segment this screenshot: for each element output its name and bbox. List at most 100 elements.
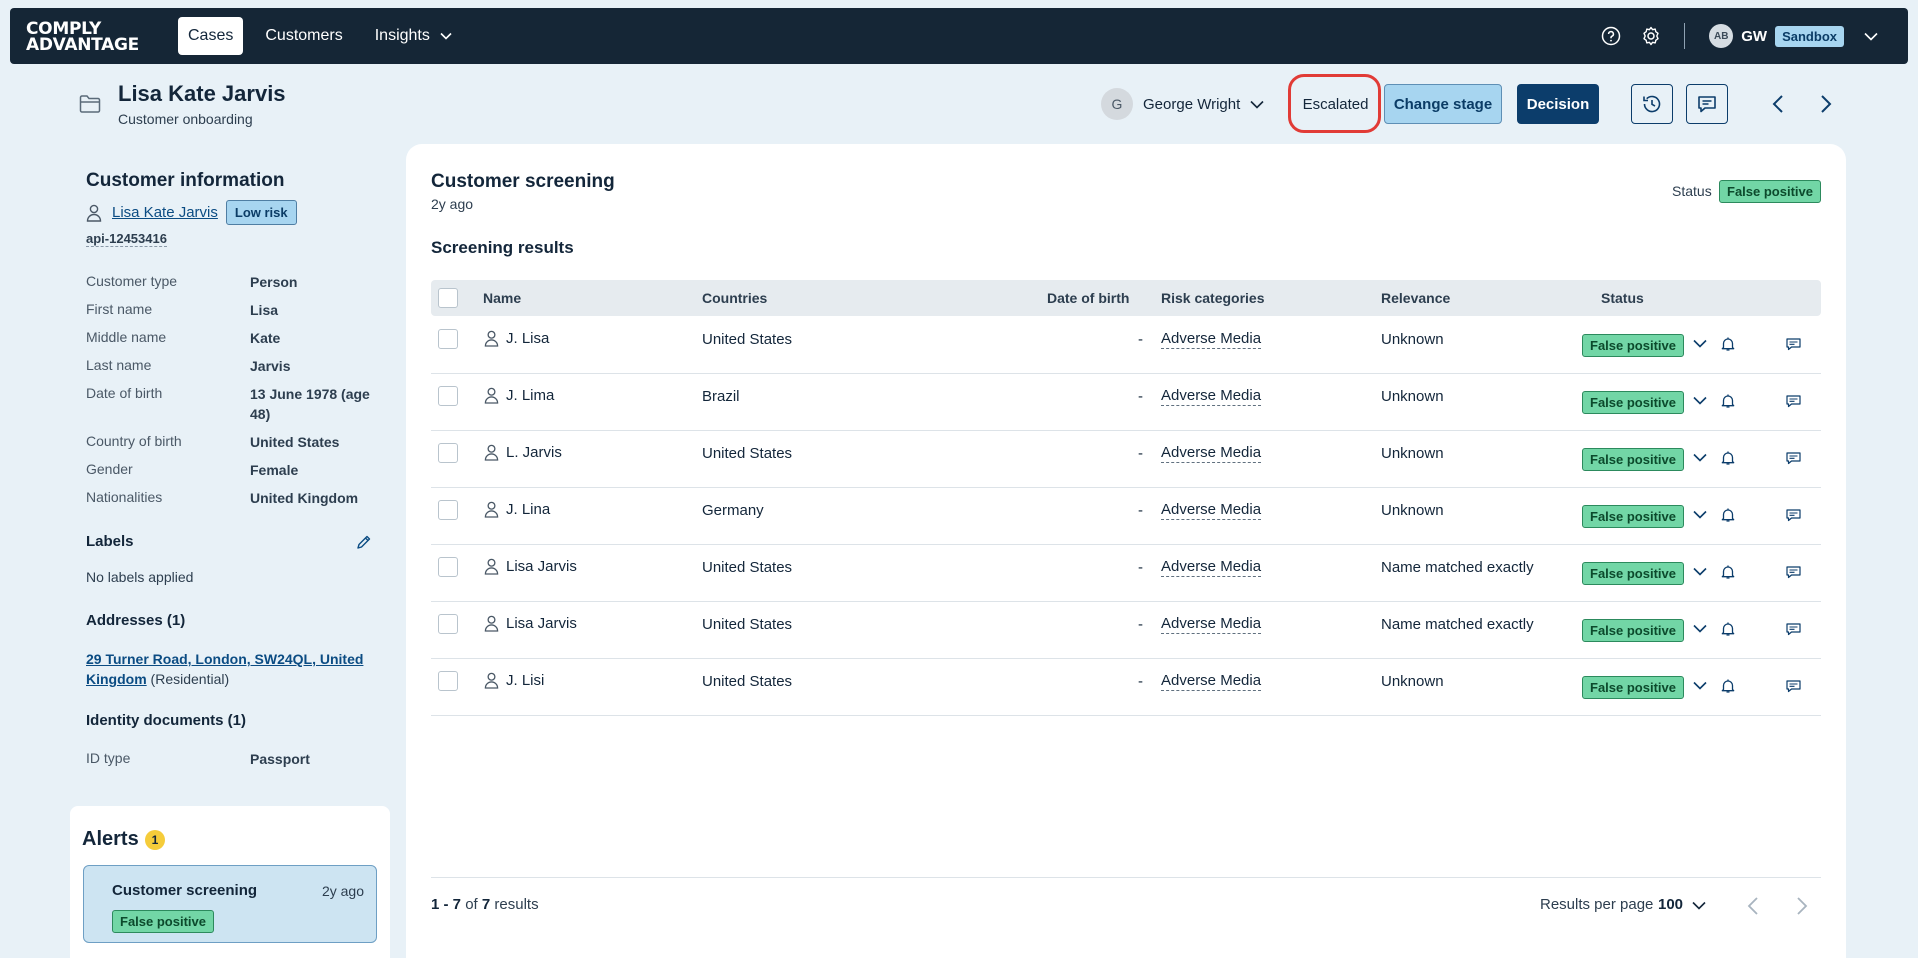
alerts-card: Alerts 1 Customer screening 2y ago False… [70, 806, 390, 958]
nav-tab-customers-label: Customers [265, 27, 343, 44]
row-checkbox[interactable] [438, 443, 458, 463]
help-icon[interactable] [1600, 25, 1622, 47]
column-header-countries[interactable]: Countries [702, 290, 767, 306]
row-checkbox[interactable] [438, 557, 458, 577]
column-header-risk-categories[interactable]: Risk categories [1161, 290, 1265, 306]
risk-category-link[interactable]: Adverse Media [1161, 672, 1262, 691]
comment-icon[interactable] [1786, 623, 1801, 636]
decision-button[interactable]: Decision [1517, 84, 1599, 124]
result-country: Brazil [702, 388, 740, 405]
gear-icon[interactable] [1640, 25, 1662, 47]
chevron-down-icon[interactable] [1693, 681, 1707, 690]
column-header-relevance[interactable]: Relevance [1381, 290, 1450, 306]
chevron-right-icon[interactable] [1819, 94, 1833, 114]
column-header-date-of-birth[interactable]: Date of birth [1047, 290, 1129, 306]
result-name-cell[interactable]: J. Lisi [484, 672, 544, 689]
result-name-cell[interactable]: L. Jarvis [484, 444, 562, 461]
table-row[interactable]: J. Lisi United States - Adverse Media Unknow… [431, 659, 1821, 716]
chevron-down-icon[interactable] [1693, 624, 1707, 633]
bell-icon[interactable] [1720, 393, 1736, 409]
table-row[interactable]: Lisa Jarvis United States - Adverse Media Na… [431, 602, 1821, 659]
results-per-page-select[interactable]: 100 [1658, 896, 1683, 913]
bell-icon[interactable] [1720, 564, 1736, 580]
chevron-down-icon[interactable] [1864, 32, 1878, 41]
history-button[interactable] [1631, 84, 1673, 124]
table-row[interactable]: L. Jarvis United States - Adverse Media Unkn… [431, 431, 1821, 488]
result-name: J. Lima [506, 387, 555, 404]
comment-icon[interactable] [1786, 395, 1801, 408]
column-header-status[interactable]: Status [1601, 290, 1644, 306]
field-label: Date of birth [86, 385, 163, 401]
screening-results-title: Screening results [431, 238, 574, 257]
result-country: United States [702, 445, 793, 462]
comment-icon[interactable] [1786, 509, 1801, 522]
user-avatar[interactable]: AB [1709, 24, 1734, 48]
risk-category-link[interactable]: Adverse Media [1161, 501, 1262, 520]
nav-tab-insights[interactable]: Insights [365, 17, 462, 55]
result-name-cell[interactable]: J. Lisa [484, 330, 549, 347]
result-name-cell[interactable]: J. Lima [484, 387, 554, 404]
nav-tab-customers[interactable]: Customers [255, 17, 352, 55]
bell-icon[interactable] [1720, 507, 1736, 523]
user-initials[interactable]: GW [1741, 28, 1767, 45]
chevron-down-icon[interactable] [1692, 901, 1706, 910]
chevron-left-icon[interactable] [1747, 896, 1759, 916]
person-icon [484, 501, 499, 518]
chevron-right-icon[interactable] [1796, 896, 1808, 916]
assignee-selector[interactable]: G George Wright [1101, 88, 1264, 120]
status-badge: False positive [1582, 676, 1684, 699]
bell-icon[interactable] [1720, 450, 1736, 466]
row-checkbox[interactable] [438, 500, 458, 520]
alert-item-title: Customer screening [112, 882, 258, 899]
bell-icon[interactable] [1720, 336, 1736, 352]
result-dob: - [1138, 559, 1143, 576]
comments-button[interactable] [1686, 84, 1728, 124]
chevron-down-icon[interactable] [1693, 396, 1707, 405]
chevron-down-icon[interactable] [1693, 453, 1707, 462]
result-name-cell[interactable]: Lisa Jarvis [484, 615, 577, 632]
risk-category-link[interactable]: Adverse Media [1161, 558, 1262, 577]
row-checkbox[interactable] [438, 614, 458, 634]
change-stage-button[interactable]: Change stage [1384, 84, 1502, 124]
column-header-name[interactable]: Name [483, 290, 521, 306]
chevron-left-icon[interactable] [1771, 94, 1785, 114]
edit-pencil-icon[interactable] [356, 534, 372, 550]
result-relevance: Unknown [1381, 331, 1444, 348]
table-row[interactable]: Lisa Jarvis United States - Adverse Media Na… [431, 545, 1821, 602]
table-row[interactable]: J. Lisa United States - Adverse Media Unknow… [431, 317, 1821, 374]
comment-icon[interactable] [1786, 338, 1801, 351]
comment-icon[interactable] [1786, 566, 1801, 579]
bell-icon[interactable] [1720, 621, 1736, 637]
risk-category-link[interactable]: Adverse Media [1161, 330, 1262, 349]
page-title: Lisa Kate Jarvis [118, 81, 286, 106]
chevron-down-icon[interactable] [1693, 567, 1707, 576]
table-divider [431, 877, 1821, 878]
risk-category-link[interactable]: Adverse Media [1161, 387, 1262, 406]
status-badge: False positive [1582, 334, 1684, 357]
field-value: Person [250, 274, 298, 290]
risk-category-link[interactable]: Adverse Media [1161, 615, 1262, 634]
alert-item[interactable]: Customer screening 2y ago False positive [83, 865, 377, 943]
chevron-down-icon[interactable] [1693, 510, 1707, 519]
result-name-cell[interactable]: Lisa Jarvis [484, 558, 577, 575]
table-row[interactable]: J. Lima Brazil - Adverse Media Unknown False … [431, 374, 1821, 431]
address-type: (Residential) [150, 671, 230, 687]
bell-icon[interactable] [1720, 678, 1736, 694]
row-checkbox[interactable] [438, 386, 458, 406]
row-checkbox[interactable] [438, 671, 458, 691]
table-row[interactable]: J. Lina Germany - Adverse Media Unknown False… [431, 488, 1821, 545]
row-checkbox[interactable] [438, 329, 458, 349]
comment-icon[interactable] [1786, 452, 1801, 465]
person-icon [484, 444, 499, 461]
comment-icon[interactable] [1786, 680, 1801, 693]
alert-item-time: 2y ago [321, 883, 364, 899]
risk-category-link[interactable]: Adverse Media [1161, 444, 1262, 463]
result-name-cell[interactable]: J. Lina [484, 501, 550, 518]
customer-name-link[interactable]: Lisa Kate Jarvis [112, 204, 218, 221]
chevron-down-icon[interactable] [1693, 339, 1707, 348]
nav-tab-cases[interactable]: Cases [178, 17, 244, 55]
assignee-avatar: G [1101, 88, 1133, 120]
select-all-checkbox[interactable] [438, 288, 458, 308]
nav-tab-cases-label: Cases [188, 27, 234, 44]
comply-advantage-logo[interactable]: COMPLY ADVANTAGE [26, 21, 139, 54]
